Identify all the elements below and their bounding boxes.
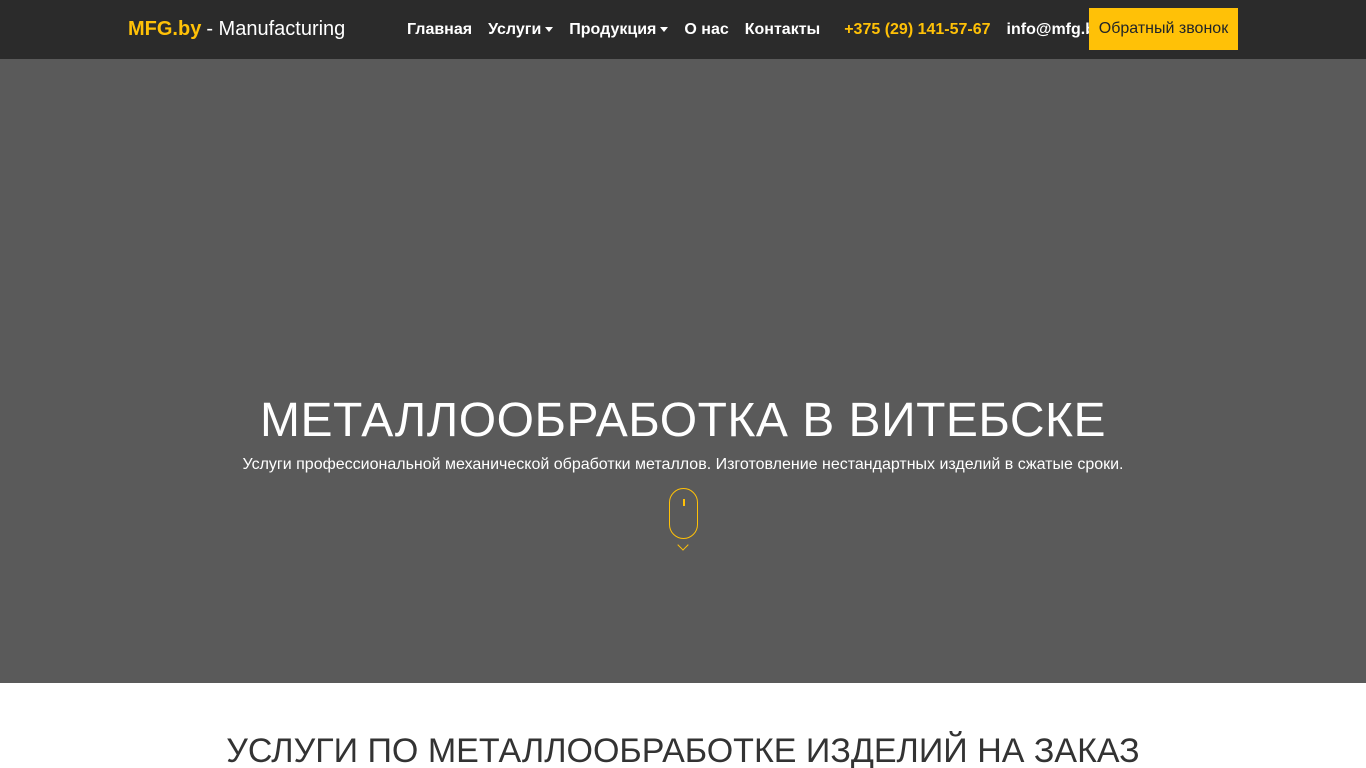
nav-contacts[interactable]: Контакты [737,0,828,59]
hero-section: МЕТАЛЛООБРАБОТКА В ВИТЕБСКЕ Услуги профе… [0,59,1366,683]
hero-subtitle: Услуги профессиональной механической обр… [242,456,1124,473]
scroll-down-button[interactable] [669,488,698,554]
mouse-wheel-icon [683,499,685,506]
brand-rest-text: - Manufacturing [206,18,346,40]
nav-products-dropdown[interactable]: Продукция [561,0,676,59]
services-heading: УСЛУГИ ПО МЕТАЛЛООБРАБОТКЕ ИЗДЕЛИЙ НА ЗА… [226,732,1140,768]
chevron-down-icon [545,27,554,32]
brand-accent-text: MFG.by [128,18,202,40]
callback-button[interactable]: Обратный звонок [1089,8,1238,50]
chevron-down-icon [677,539,689,551]
brand-logo[interactable]: MFG.by - Manufacturing [128,0,345,59]
hero-title: МЕТАЛЛООБРАБОТКА В ВИТЕБСКЕ [259,394,1107,447]
chevron-down-icon [660,27,669,32]
mouse-scroll-icon [669,488,698,539]
phone-link[interactable]: +375 (29) 141-57-67 [836,0,998,59]
nav-home[interactable]: Главная [399,0,480,59]
nav-products-label: Продукция [569,20,657,38]
nav-about[interactable]: О нас [676,0,736,59]
main-nav: Главная Услуги Продукция О нас Контакты … [399,0,1112,59]
top-navbar: MFG.by - Manufacturing Главная Услуги Пр… [0,0,1366,59]
nav-services-label: Услуги [488,20,542,38]
nav-services-dropdown[interactable]: Услуги [480,0,561,59]
